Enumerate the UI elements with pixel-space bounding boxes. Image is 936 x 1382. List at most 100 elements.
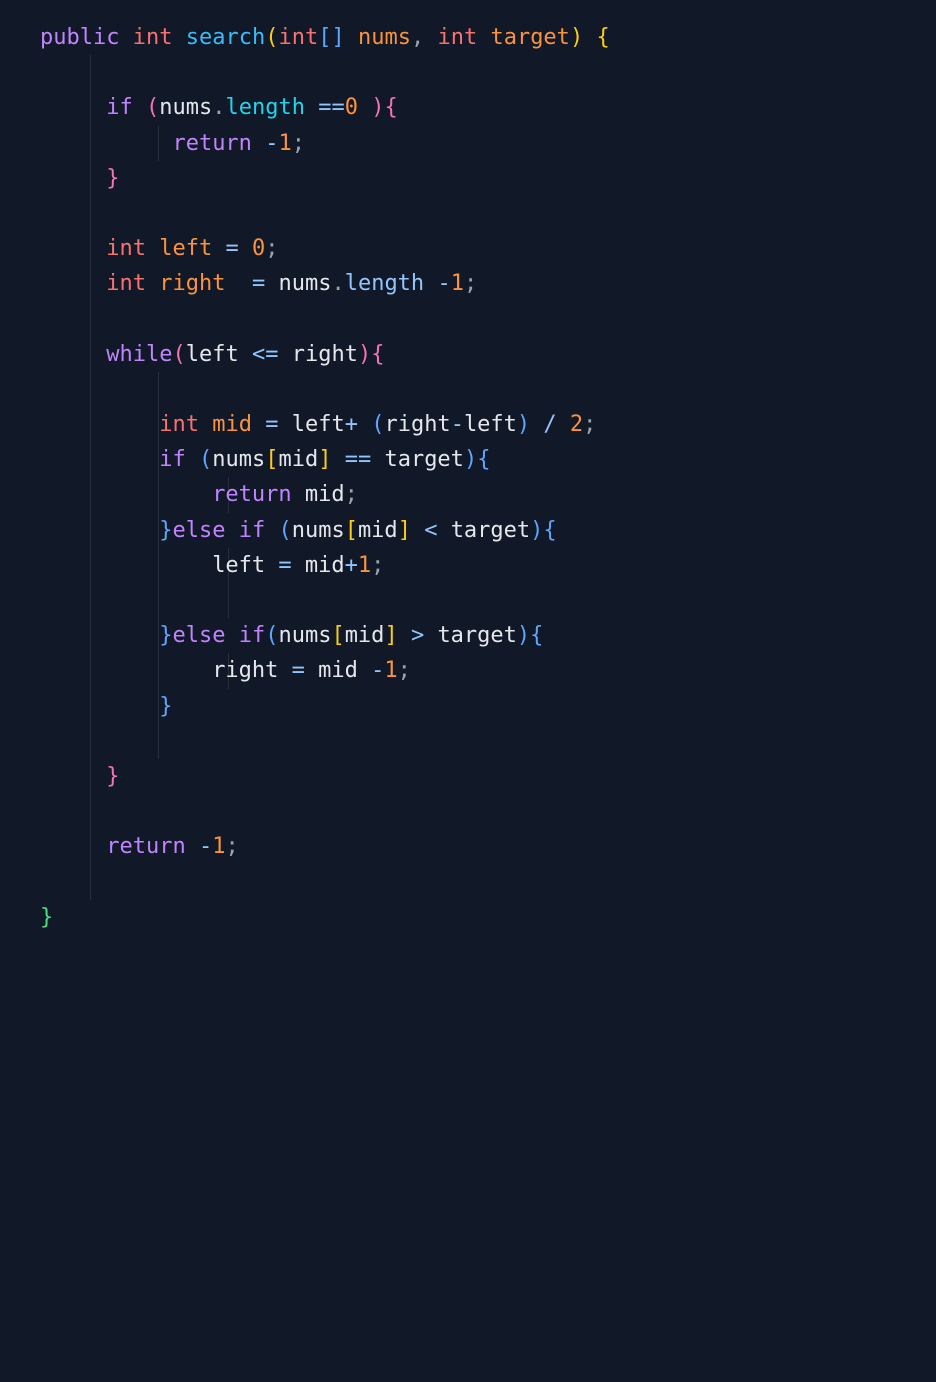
op-minus: - <box>371 658 384 683</box>
keyword-int: int <box>437 25 477 50</box>
semi: ; <box>398 658 411 683</box>
rparen: ) <box>517 412 530 437</box>
num-one: 1 <box>278 131 291 156</box>
keyword-else: else <box>172 623 225 648</box>
keyword-return: return <box>172 131 251 156</box>
param-target: target <box>490 25 569 50</box>
var-left: left <box>159 236 212 261</box>
lbracket: [ <box>331 623 344 648</box>
var-target: target <box>437 623 516 648</box>
op-minus: - <box>437 271 450 296</box>
rbracket: ] <box>318 447 331 472</box>
var-nums: nums <box>212 447 265 472</box>
keyword-return: return <box>106 834 185 859</box>
op-minus: - <box>451 412 464 437</box>
code-line: if (nums.length ==0 ){ <box>40 90 936 125</box>
dot: . <box>331 271 344 296</box>
code-line: int right = nums.length -1; <box>40 266 936 301</box>
semi: ; <box>265 236 278 261</box>
code-line: while(left <= right){ <box>40 337 936 372</box>
keyword-int: int <box>106 236 146 261</box>
keyword-int: int <box>278 25 318 50</box>
semi: ; <box>464 271 477 296</box>
rbrace: } <box>40 905 53 930</box>
var-left: left <box>186 342 239 367</box>
var-right: right <box>212 658 278 683</box>
lbrace: { <box>543 518 556 543</box>
op-div: / <box>543 412 556 437</box>
lbrace: { <box>477 447 490 472</box>
code-line: return -1; <box>40 126 936 161</box>
param-nums: nums <box>358 25 411 50</box>
rparen: ) <box>530 518 543 543</box>
code-line-empty <box>40 196 936 231</box>
num-two: 2 <box>570 412 583 437</box>
var-right: right <box>159 271 225 296</box>
rbrace: } <box>106 764 119 789</box>
num-zero: 0 <box>252 236 265 261</box>
op-eq: = <box>225 236 238 261</box>
semi: ; <box>371 553 384 578</box>
op-eqeq: == <box>345 447 372 472</box>
rbrace: } <box>106 166 119 191</box>
keyword-if: if <box>106 95 133 120</box>
semi: ; <box>345 482 358 507</box>
rbracket: ] <box>331 25 344 50</box>
op-lte: <= <box>252 342 279 367</box>
op-eq: = <box>278 553 291 578</box>
code-line: int mid = left+ (right-left) / 2; <box>40 407 936 442</box>
op-minus: - <box>199 834 212 859</box>
rbrace: } <box>159 694 172 719</box>
semi: ; <box>292 131 305 156</box>
code-line-empty <box>40 724 936 759</box>
code-line: } <box>40 161 936 196</box>
keyword-public: public <box>40 25 119 50</box>
num-one: 1 <box>384 658 397 683</box>
code-line-empty <box>40 302 936 337</box>
var-mid: mid <box>305 482 345 507</box>
lbracket: [ <box>318 25 331 50</box>
lparen: ( <box>278 518 291 543</box>
lbrace: { <box>371 342 384 367</box>
num-one: 1 <box>212 834 225 859</box>
code-line: }else if(nums[mid] > target){ <box>40 618 936 653</box>
var-left: left <box>212 553 265 578</box>
var-nums: nums <box>159 95 212 120</box>
lbrace: { <box>384 95 397 120</box>
op-minus: - <box>265 131 278 156</box>
num-zero: 0 <box>345 95 358 120</box>
lparen: ( <box>172 342 185 367</box>
dot: . <box>212 95 225 120</box>
rparen: ) <box>358 342 371 367</box>
var-mid: mid <box>318 658 358 683</box>
code-line-empty <box>40 794 936 829</box>
op-plus: + <box>345 553 358 578</box>
lbrace: { <box>596 25 609 50</box>
rbrace: } <box>159 518 172 543</box>
code-editor[interactable]: public int search(int[] nums, int target… <box>0 0 936 955</box>
op-eq: = <box>265 412 278 437</box>
lbrace: { <box>530 623 543 648</box>
code-line: } <box>40 900 936 935</box>
keyword-else: else <box>172 518 225 543</box>
var-right: right <box>384 412 450 437</box>
rparen: ) <box>464 447 477 472</box>
lbracket: [ <box>345 518 358 543</box>
keyword-int: int <box>106 271 146 296</box>
var-mid: mid <box>305 553 345 578</box>
prop-length: length <box>345 271 424 296</box>
code-line: left = mid+1; <box>40 548 936 583</box>
keyword-if: if <box>239 623 266 648</box>
op-lt: < <box>424 518 437 543</box>
code-line: return -1; <box>40 829 936 864</box>
code-line-empty <box>40 55 936 90</box>
rbracket: ] <box>398 518 411 543</box>
comma: , <box>411 25 424 50</box>
code-line: } <box>40 759 936 794</box>
op-eq: = <box>292 658 305 683</box>
semi: ; <box>583 412 596 437</box>
rbrace: } <box>159 623 172 648</box>
num-one: 1 <box>451 271 464 296</box>
code-line: } <box>40 689 936 724</box>
var-mid: mid <box>358 518 398 543</box>
